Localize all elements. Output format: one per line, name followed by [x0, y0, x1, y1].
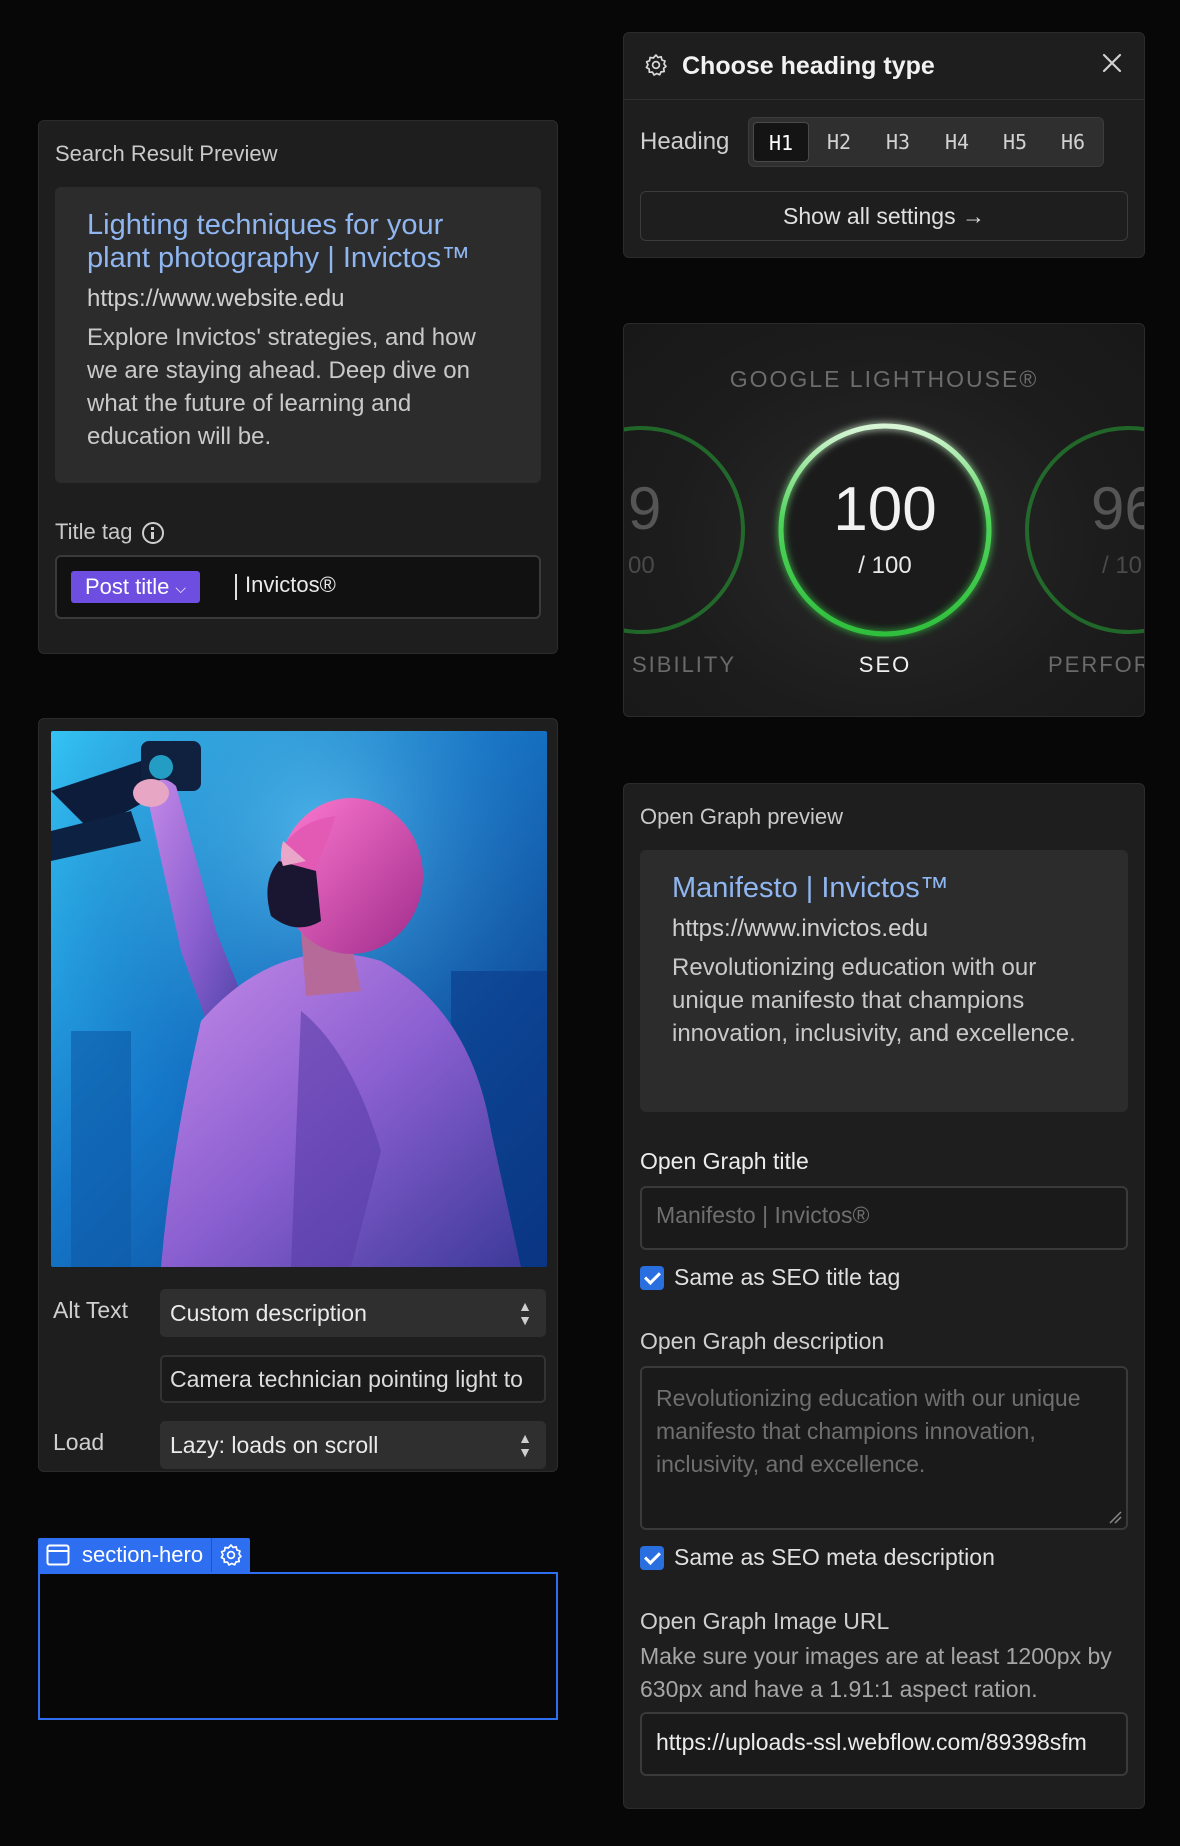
- alt-text-label: Alt Text: [53, 1297, 128, 1323]
- image-settings-panel: Alt Text Custom description ▲ ▼ Camera t…: [38, 718, 558, 1472]
- title-tag-input[interactable]: Post title ⌵ Invictos®: [55, 555, 541, 619]
- og-title-input[interactable]: Manifesto | Invictos®: [640, 1186, 1128, 1250]
- search-preview-label: Search Result Preview: [55, 141, 278, 166]
- chevron-down-icon: ▼: [518, 1312, 532, 1328]
- same-title-label: Same as SEO title tag: [674, 1264, 901, 1290]
- chevron-up-icon: ▲: [518, 1430, 532, 1446]
- heading-panel-header: Choose heading type: [624, 33, 1144, 100]
- post-title-chip-label: Post title: [85, 574, 170, 599]
- accessibility-label: SIBILITY: [632, 652, 737, 677]
- info-icon[interactable]: [142, 522, 165, 545]
- load-label: Load: [53, 1429, 105, 1455]
- same-description-label: Same as SEO meta description: [674, 1544, 995, 1570]
- gear-icon: [220, 1544, 242, 1566]
- og-preview-url: https://www.invictos.edu: [672, 915, 929, 942]
- section-tag[interactable]: section-hero: [38, 1538, 251, 1572]
- heading-panel-title: Choose heading type: [682, 52, 935, 80]
- lighthouse-panel: GOOGLE LIGHTHOUSE® 9 00 SIBILITY 100 / 1…: [623, 323, 1145, 717]
- alt-text-select-value: Custom description: [170, 1300, 367, 1326]
- search-preview-url: https://www.website.edu: [87, 285, 345, 312]
- close-icon[interactable]: [1100, 51, 1124, 75]
- heading-option-h3[interactable]: H3: [870, 122, 926, 162]
- load-select-value: Lazy: loads on scroll: [170, 1432, 379, 1458]
- search-result-preview-panel: Search Result Preview Lighting technique…: [38, 120, 558, 654]
- heading-option-h4[interactable]: H4: [929, 122, 985, 162]
- section-tag-main[interactable]: section-hero: [38, 1538, 211, 1572]
- same-description-checkbox[interactable]: [640, 1545, 664, 1570]
- heading-option-h1[interactable]: H1: [753, 122, 809, 162]
- performance-max: / 10: [1102, 552, 1143, 579]
- section-settings-button[interactable]: [211, 1538, 250, 1572]
- og-image-url-help: Make sure your images are at least 1200p…: [640, 1643, 1112, 1702]
- og-preview-card: Manifesto | Invictos™ https://www.invict…: [640, 850, 1128, 1112]
- heading-segmented-control: H1 H2 H3 H4 H5 H6: [748, 117, 1104, 167]
- heading-option-h5[interactable]: H5: [987, 122, 1043, 162]
- section-name: section-hero: [82, 1542, 204, 1567]
- load-select[interactable]: Lazy: loads on scroll ▲ ▼: [160, 1421, 546, 1469]
- og-image-url-input[interactable]: https://uploads-ssl.webflow.com/89398sfm: [640, 1712, 1128, 1776]
- section-icon: [46, 1544, 70, 1566]
- gear-icon: [645, 54, 667, 76]
- same-title-checkbox[interactable]: [640, 1265, 664, 1290]
- accessibility-max: 00: [628, 552, 655, 579]
- same-description-checkbox-row[interactable]: Same as SEO meta description: [640, 1544, 995, 1571]
- heading-option-h6[interactable]: H6: [1045, 122, 1101, 162]
- chevron-down-icon: ⌵: [175, 580, 186, 597]
- og-description-placeholder: Revolutionizing education with our uniqu…: [656, 1385, 1081, 1477]
- seo-label: SEO: [858, 652, 912, 677]
- same-title-checkbox-row[interactable]: Same as SEO title tag: [640, 1264, 900, 1291]
- og-description-label: Open Graph description: [640, 1328, 885, 1354]
- section-hero-outline[interactable]: [38, 1572, 558, 1720]
- og-description-textarea[interactable]: Revolutionizing education with our uniqu…: [640, 1366, 1128, 1530]
- show-all-settings-button[interactable]: Show all settings →: [640, 191, 1128, 241]
- performance-label: PERFORI: [1048, 652, 1144, 677]
- hero-photo[interactable]: [51, 731, 547, 1267]
- seo-score: 100: [833, 475, 937, 544]
- post-title-chip[interactable]: Post title ⌵: [71, 571, 200, 603]
- og-image-url-label: Open Graph Image URL: [640, 1608, 890, 1634]
- performance-score: 96: [1091, 475, 1144, 542]
- title-suffix-text: Invictos®: [245, 572, 336, 597]
- alt-text-select[interactable]: Custom description ▲ ▼: [160, 1289, 546, 1337]
- seo-max: / 100: [858, 552, 912, 579]
- search-preview-description: Explore Invictos' strategies, and how we…: [87, 324, 476, 450]
- photo-image: [51, 731, 547, 1267]
- og-title-label: Open Graph title: [640, 1148, 809, 1174]
- search-preview-title[interactable]: Lighting techniques for your plant photo…: [87, 209, 509, 275]
- accessibility-score: 9: [628, 475, 662, 542]
- chevron-up-icon: ▲: [518, 1298, 532, 1314]
- og-preview-description: Revolutionizing education with our uniqu…: [672, 954, 1076, 1047]
- search-preview-card: Lighting techniques for your plant photo…: [55, 187, 541, 483]
- heading-type-panel: Choose heading type Heading H1 H2 H3 H4 …: [623, 32, 1145, 258]
- chevron-down-icon: ▼: [518, 1444, 532, 1460]
- og-preview-label: Open Graph preview: [640, 804, 843, 829]
- title-tag-text: Title tag: [55, 519, 133, 544]
- og-preview-title[interactable]: Manifesto | Invictos™: [672, 872, 1096, 905]
- text-caret: [235, 574, 237, 600]
- heading-label: Heading: [640, 128, 730, 155]
- open-graph-panel: Open Graph preview Manifesto | Invictos™…: [623, 783, 1145, 1809]
- title-tag-label: Title tag: [55, 519, 165, 545]
- heading-option-h2[interactable]: H2: [811, 122, 867, 162]
- alt-text-input[interactable]: Camera technician pointing light to: [160, 1355, 546, 1403]
- resize-handle-icon[interactable]: [1108, 1510, 1122, 1524]
